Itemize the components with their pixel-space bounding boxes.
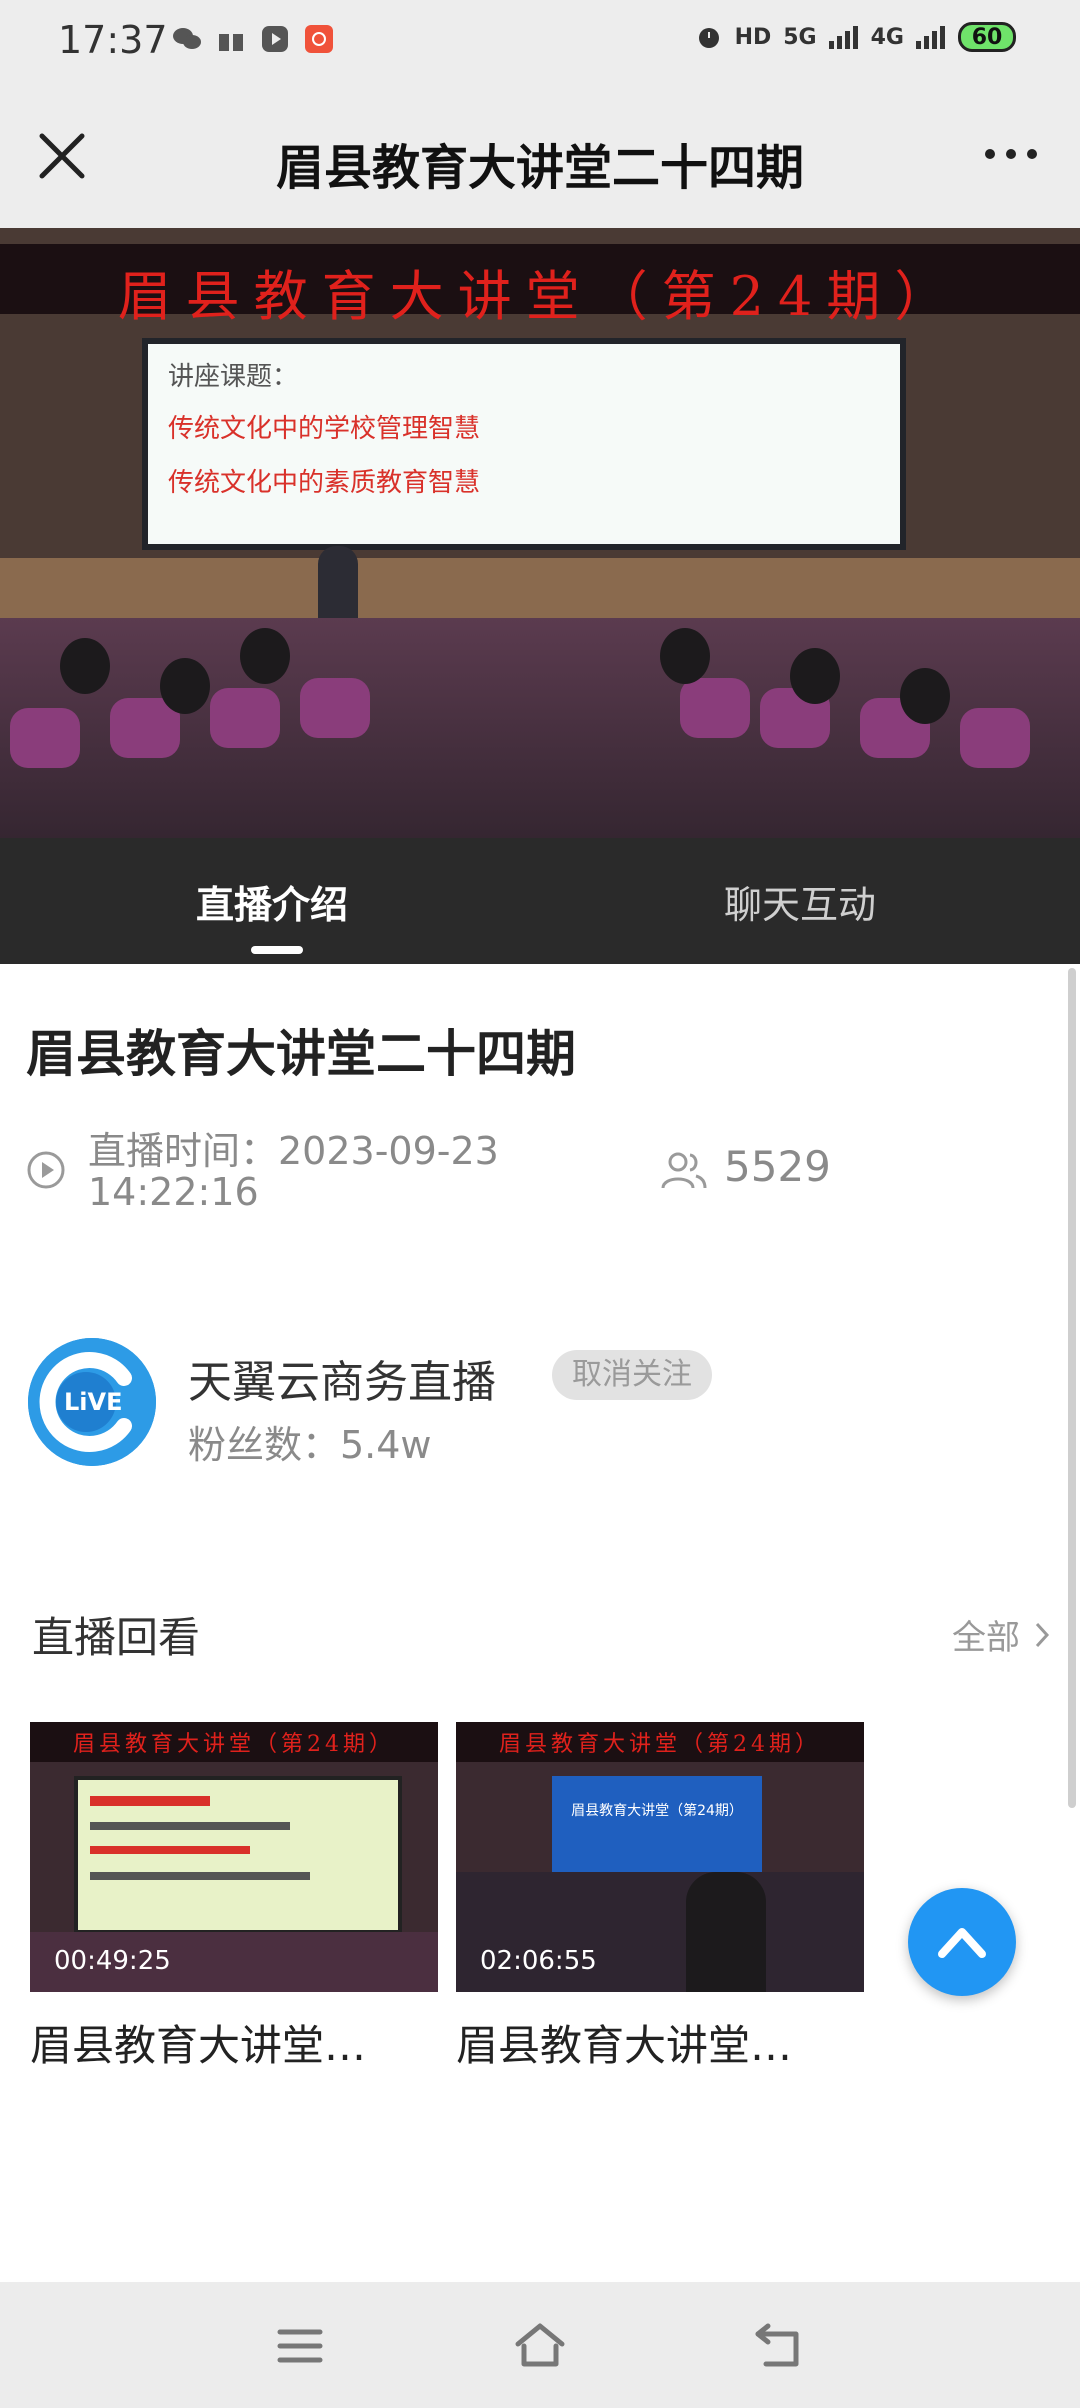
replay-item[interactable]: 眉县教育大讲堂（第24期） 眉县教育大讲堂（第24期） 02:06:55 眉县教… <box>456 1722 864 2070</box>
signal-icon-2 <box>916 26 945 49</box>
back-icon <box>755 2323 799 2367</box>
scrollbar[interactable] <box>1068 968 1076 1808</box>
title-bar: 眉县教育大讲堂二十四期 <box>0 84 1080 228</box>
home-icon <box>515 2323 565 2367</box>
live-time-value: 14:22:16 <box>88 1170 259 1214</box>
more-button[interactable] <box>976 134 1046 174</box>
chevron-right-icon <box>1035 1622 1050 1647</box>
replay-all-link[interactable]: 全部 <box>952 1610 1050 1659</box>
video-app-icon <box>260 24 290 54</box>
status-bar: 17:37 HD 5G 4G 60 <box>0 0 1080 84</box>
page-title: 眉县教育大讲堂二十四期 <box>275 140 804 196</box>
live-time-label: 直播时间：2023-09-23 <box>88 1129 499 1173</box>
thumb-banner-1: 眉县教育大讲堂（第24期） <box>73 1732 395 1757</box>
battery-indicator: 60 <box>958 22 1016 52</box>
replay-thumbnail[interactable]: 眉县教育大讲堂（第24期） 00:49:25 <box>30 1722 438 1992</box>
replay-title: 直播回看 <box>32 1613 201 1662</box>
channel-card[interactable]: LiVE 天翼云商务直播 取消关注 粉丝数：5.4w <box>28 1338 1048 1470</box>
hd-label: HD <box>734 24 772 50</box>
arrow-up-icon <box>938 1928 986 1958</box>
fans-count: 粉丝数：5.4w <box>188 1423 432 1467</box>
video-banner-text: 眉县教育大讲堂（第24期） <box>117 265 963 328</box>
projection-screen: 讲座课题： 传统文化中的学校管理智慧 传统文化中的素质教育智慧 <box>142 338 906 550</box>
live-meta: 直播时间：2023-09-23 14:22:16 5529 <box>26 1120 1056 1214</box>
wechat-icon <box>172 24 202 54</box>
thumb-screen-text: 眉县教育大讲堂（第24期） <box>571 1803 743 1819</box>
replay-item[interactable]: 眉县教育大讲堂（第24期） 00:49:25 眉县教育大讲堂… <box>30 1722 438 2070</box>
thumb-banner-2: 眉县教育大讲堂（第24期） <box>499 1732 821 1757</box>
tab-chat[interactable]: 聊天互动 <box>724 874 876 929</box>
more-icon <box>985 149 1037 159</box>
alarm-icon <box>698 28 719 48</box>
play-circle-icon <box>27 1151 65 1189</box>
network-4g: 4G <box>870 24 904 50</box>
gift-icon <box>216 24 246 54</box>
nav-home-button[interactable] <box>512 2318 568 2374</box>
live-title: 眉县教育大讲堂二十四期 <box>26 1025 576 1083</box>
replay-item-title[interactable]: 眉县教育大讲堂… <box>456 2012 864 2073</box>
replay-all-label: 全部 <box>952 1618 1020 1658</box>
tab-bar: 直播介绍 聊天互动 <box>0 838 1080 964</box>
network-5g: 5G <box>783 24 817 50</box>
system-nav-bar <box>0 2282 1080 2408</box>
replay-thumbnail[interactable]: 眉县教育大讲堂（第24期） 眉县教育大讲堂（第24期） 02:06:55 <box>456 1722 864 1992</box>
scroll-to-top-button[interactable] <box>908 1888 1016 1996</box>
status-time: 17:37 <box>58 18 168 62</box>
users-icon <box>661 1152 707 1189</box>
video-player[interactable]: 眉县教育大讲堂（第24期） 讲座课题： 传统文化中的学校管理智慧 传统文化中的素… <box>0 228 1080 838</box>
signal-icon <box>828 26 858 49</box>
audience <box>0 618 1080 838</box>
nav-menu-button[interactable] <box>272 2318 328 2374</box>
tab-live-intro[interactable]: 直播介绍 <box>196 874 348 929</box>
status-right: HD 5G 4G 60 <box>695 22 1016 52</box>
unfollow-button[interactable]: 取消关注 <box>552 1350 712 1400</box>
replay-duration: 02:06:55 <box>480 1946 597 1976</box>
channel-name: 天翼云商务直播 <box>188 1357 496 1408</box>
slide-line-1: 讲座课题： <box>168 362 299 392</box>
slide-line-2: 传统文化中的学校管理智慧 <box>168 414 481 444</box>
viewers-count: 5529 <box>724 1142 831 1191</box>
channel-avatar[interactable]: LiVE <box>28 1338 156 1466</box>
slide-line-3: 传统文化中的素质教育智慧 <box>168 468 481 498</box>
tab-active-indicator <box>251 946 303 954</box>
app-badge-icon <box>304 24 334 54</box>
replay-header: 直播回看 全部 <box>32 1604 1050 1664</box>
notification-icons <box>172 24 334 54</box>
channel-avatar-text: LiVE <box>64 1388 123 1416</box>
menu-icon <box>277 2329 323 2363</box>
replay-item-title[interactable]: 眉县教育大讲堂… <box>30 2012 438 2073</box>
video-banner: 眉县教育大讲堂（第24期） <box>0 244 1080 328</box>
nav-back-button[interactable] <box>752 2318 808 2374</box>
replay-duration: 00:49:25 <box>54 1946 171 1976</box>
